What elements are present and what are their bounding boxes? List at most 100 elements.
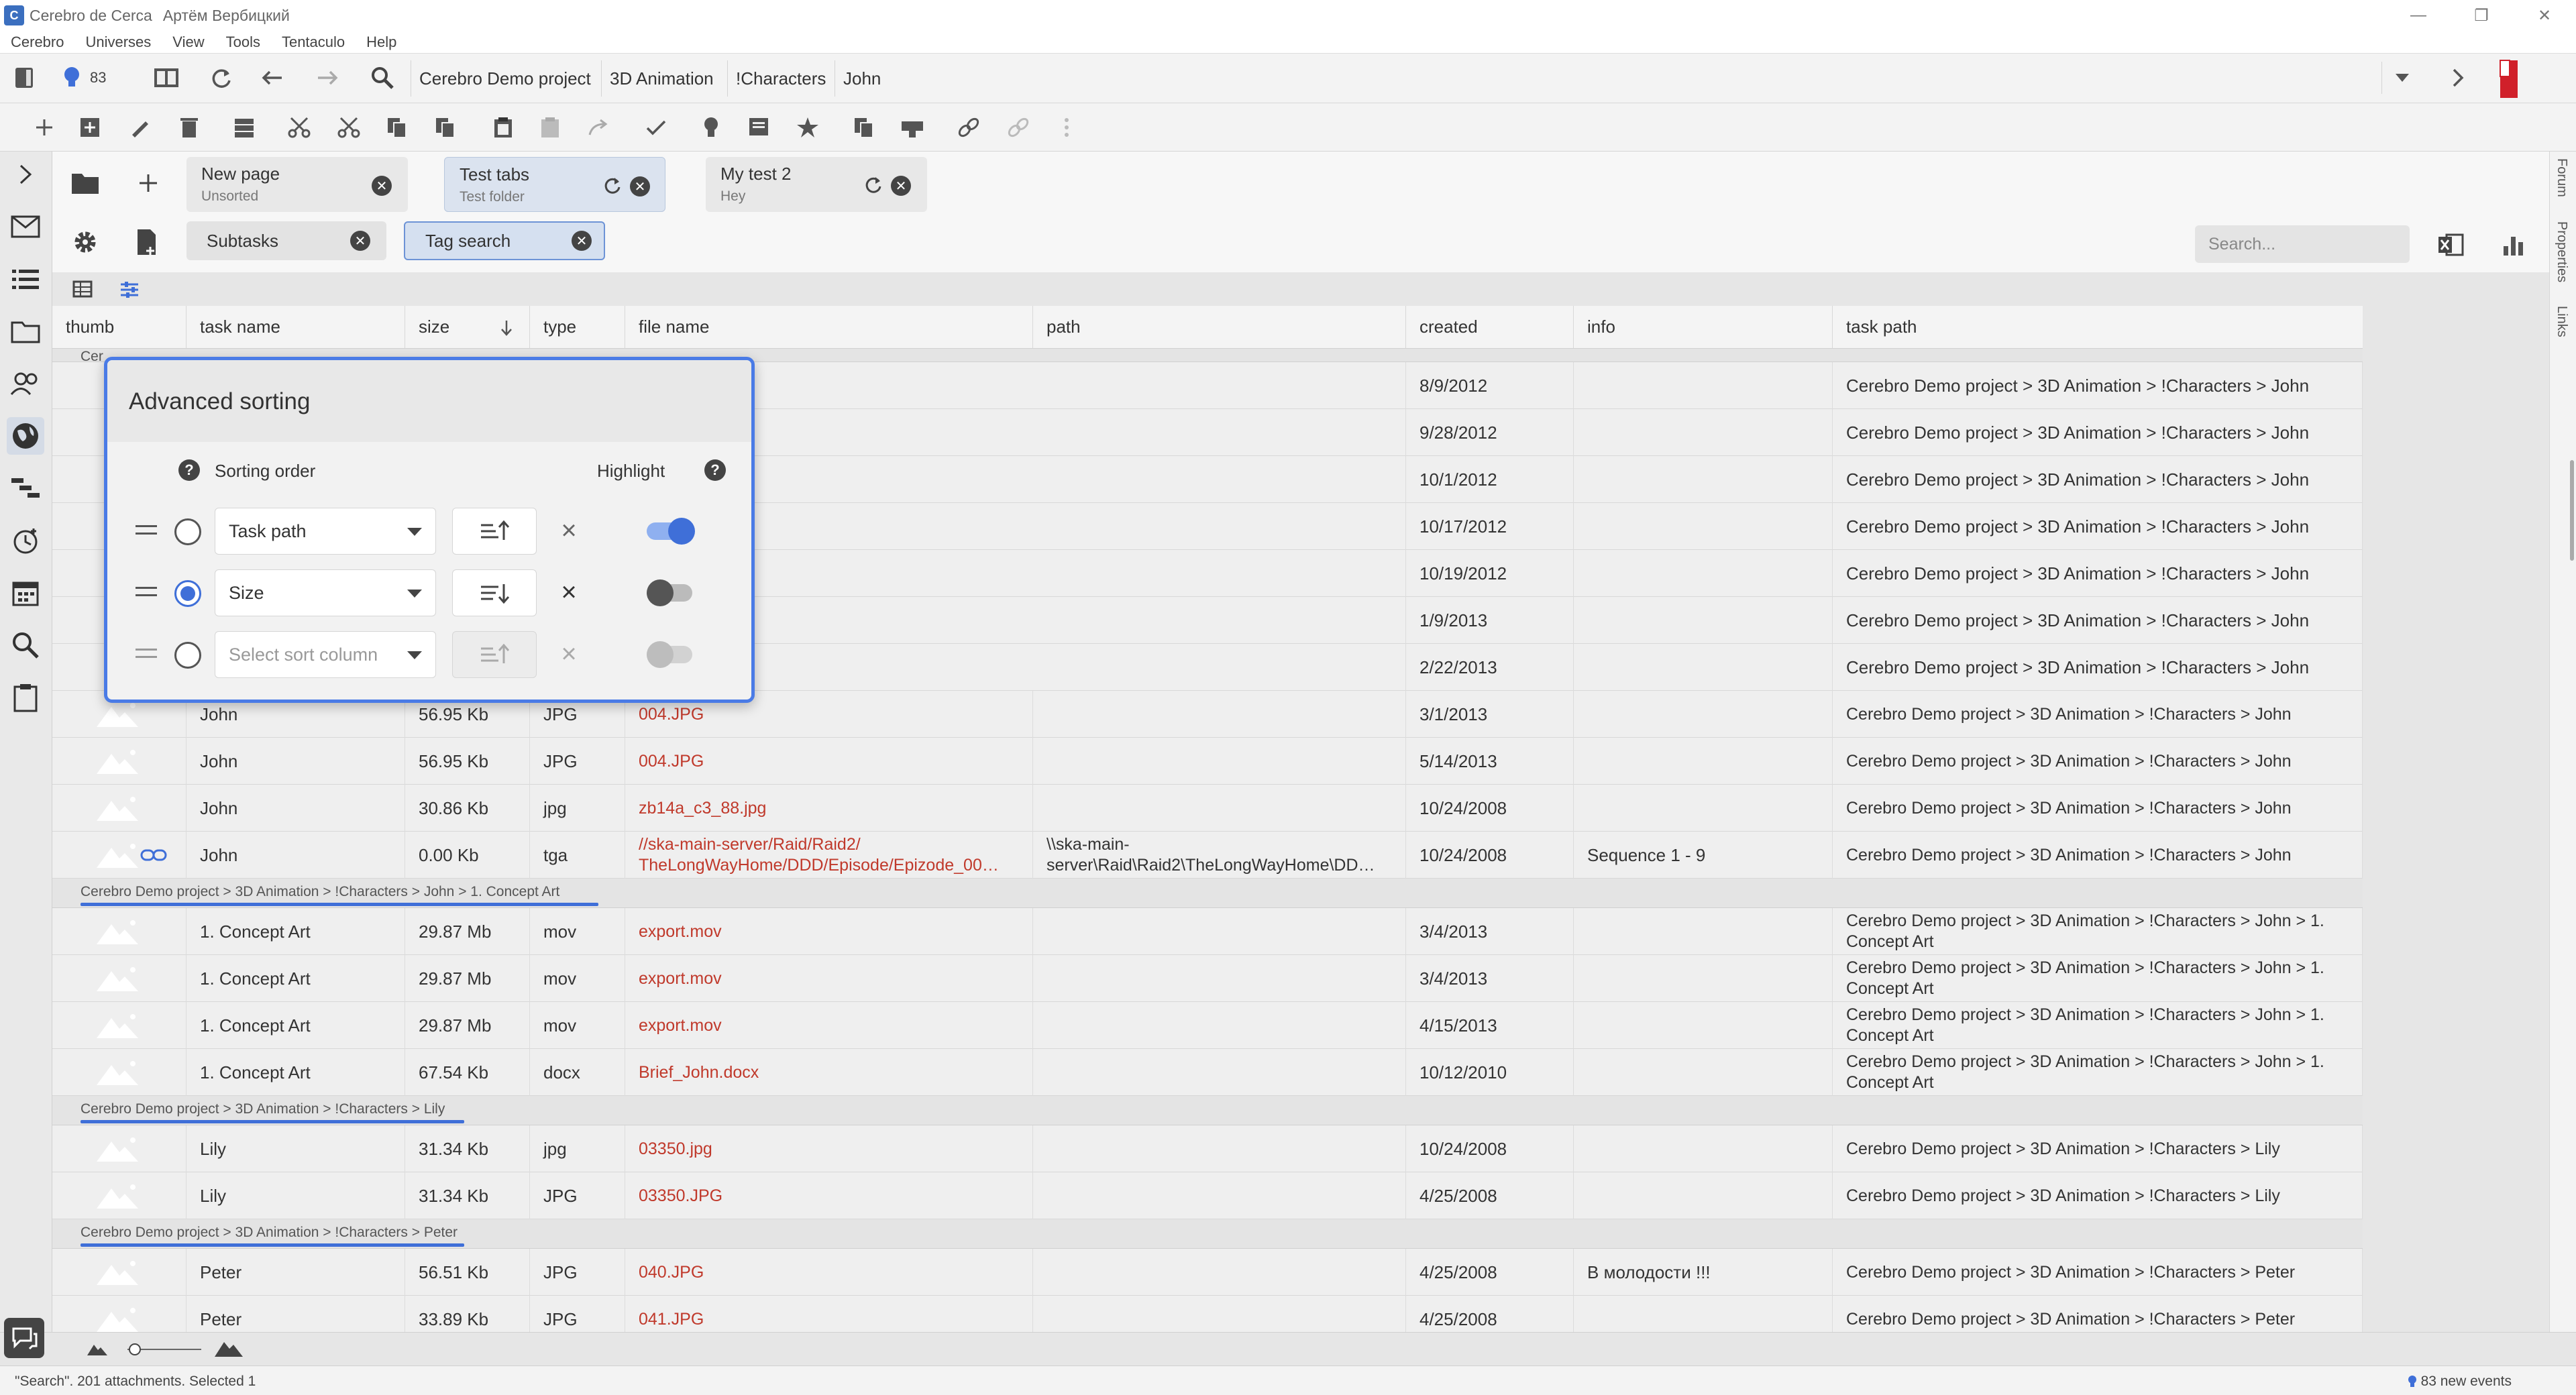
menu-cerebro[interactable]: Cerebro	[0, 34, 74, 51]
sorting-help-icon[interactable]: ?	[178, 459, 200, 481]
clone-icon[interactable]	[848, 111, 880, 144]
table-row[interactable]: John 0.00 Kb tga//ska-main-server/Raid/Rai…	[52, 832, 2363, 879]
column-header-thumb[interactable]: thumb	[52, 306, 186, 349]
breadcrumb-characters[interactable]: !Characters	[727, 60, 834, 97]
sort-column-select[interactable]: Task path	[215, 508, 436, 555]
tab-forum[interactable]: Forum	[2554, 158, 2569, 197]
assign-icon[interactable]	[896, 111, 928, 144]
settings-gear-icon[interactable]	[68, 225, 102, 259]
refresh-icon[interactable]	[204, 62, 239, 94]
back-arrow-icon[interactable]	[255, 62, 290, 94]
column-header-size[interactable]: size	[405, 306, 530, 349]
new-events-count[interactable]: 83 new events	[2408, 1374, 2512, 1390]
drag-handle-icon[interactable]	[136, 649, 157, 658]
edit-pencil-icon[interactable]	[123, 111, 156, 144]
stack-icon[interactable]	[228, 111, 260, 144]
minimize-button[interactable]: —	[2388, 0, 2449, 31]
remove-rule-icon[interactable]: ×	[555, 639, 582, 669]
table-row[interactable]: Lily 31.34 Kb jpg 03350.jpg 10/24/2008 Cerebr…	[52, 1125, 2363, 1172]
table-row[interactable]: John 56.95 Kb JPG 004.JPG 5/14/2013 Cerebro D…	[52, 738, 2363, 785]
close-subtab-icon[interactable]: ✕	[572, 231, 592, 251]
users-icon[interactable]	[7, 365, 44, 402]
menu-view[interactable]: View	[162, 34, 215, 51]
table-row[interactable]: 1. Concept Art 29.87 Mb mov export.mov 3/4/2…	[52, 955, 2363, 1002]
clipboard-icon[interactable]	[7, 679, 44, 716]
table-row[interactable]: 1. Concept Art 67.54 Kb docx Brief_John.doc…	[52, 1049, 2363, 1096]
page-tab-new-page[interactable]: New page Unsorted ✕	[186, 157, 408, 212]
copy-link-icon[interactable]	[429, 111, 462, 144]
menu-tools[interactable]: Tools	[215, 34, 271, 51]
sort-column-select[interactable]: Select sort column	[215, 631, 436, 678]
column-header-file-name[interactable]: file name	[625, 306, 1033, 349]
report-icon[interactable]	[743, 111, 775, 144]
table-row[interactable]: John 30.86 Kb jpg zb14a_c3_88.jpg 10/24/2008…	[52, 785, 2363, 832]
sidebar-toggle-icon[interactable]	[8, 62, 40, 94]
page-tab-my-test-2[interactable]: My test 2 Hey ✕	[706, 157, 927, 212]
column-header-task-path[interactable]: task path	[1833, 306, 2363, 349]
sort-rule-radio[interactable]	[174, 642, 201, 669]
excel-export-icon[interactable]	[2434, 228, 2467, 262]
new-document-icon[interactable]	[131, 225, 165, 259]
sub-tab-subtasks[interactable]: Subtasks ✕	[186, 221, 386, 260]
page-tab-test-tabs[interactable]: Test tabs Test folder ✕	[444, 157, 665, 212]
remove-rule-icon[interactable]: ×	[555, 516, 582, 545]
sort-rule-radio[interactable]	[174, 518, 201, 545]
table-row[interactable]: 1. Concept Art 29.87 Mb mov export.mov 4/15/…	[52, 1002, 2363, 1049]
sort-settings-icon[interactable]	[119, 280, 140, 299]
highlight-toggle[interactable]	[647, 641, 692, 668]
add-icon[interactable]	[28, 111, 60, 144]
board-view-icon[interactable]	[149, 62, 184, 94]
cut-link-icon[interactable]	[333, 111, 365, 144]
highlight-help-icon[interactable]: ?	[704, 459, 726, 481]
menu-tentaculo[interactable]: Tentaculo	[271, 34, 356, 51]
forward-arrow-icon[interactable]	[310, 62, 345, 94]
highlight-toggle[interactable]	[647, 579, 692, 606]
refresh-tab-icon[interactable]	[600, 174, 623, 197]
sort-ascending-button[interactable]	[452, 631, 537, 678]
more-options-icon[interactable]	[1051, 111, 1083, 144]
column-header-path[interactable]: path	[1033, 306, 1406, 349]
paste-link-icon[interactable]	[534, 111, 566, 144]
close-tab-icon[interactable]: ✕	[372, 176, 392, 196]
table-row[interactable]: Lily 31.34 Kb JPG 03350.JPG 4/25/2008 Cerebro…	[52, 1172, 2363, 1219]
sort-column-select[interactable]: Size	[215, 569, 436, 616]
sub-tab-tag-search[interactable]: Tag search ✕	[404, 221, 605, 260]
search-sidebar-icon[interactable]	[7, 626, 44, 664]
breadcrumb-project[interactable]: Cerebro Demo project	[411, 60, 599, 97]
menu-universes[interactable]: Universes	[74, 34, 162, 51]
group-header[interactable]: Cerebro Demo project > 3D Animation > !C…	[52, 879, 2363, 908]
delete-trash-icon[interactable]	[173, 111, 205, 144]
checkmark-icon[interactable]	[640, 111, 672, 144]
gantt-icon[interactable]	[7, 469, 44, 507]
tab-properties[interactable]: Properties	[2554, 221, 2569, 282]
close-tab-icon[interactable]: ✕	[891, 176, 911, 196]
breadcrumb-john[interactable]: John	[835, 60, 889, 97]
highlight-toggle[interactable]	[647, 518, 695, 545]
chevron-right-icon[interactable]	[2438, 62, 2478, 94]
drag-handle-icon[interactable]	[136, 525, 157, 535]
mail-icon[interactable]	[7, 208, 44, 245]
zoom-in-thumbnail-icon[interactable]	[213, 1338, 244, 1358]
paste-icon[interactable]	[487, 111, 519, 144]
table-row[interactable]: Peter 33.89 Kb JPG 041.JPG 4/25/2008 Cerebro …	[52, 1296, 2363, 1332]
zoom-slider-handle[interactable]	[129, 1343, 141, 1355]
column-header-info[interactable]: info	[1574, 306, 1833, 349]
close-subtab-icon[interactable]: ✕	[350, 231, 370, 251]
idea-bulb-icon[interactable]	[695, 111, 727, 144]
zoom-out-thumbnail-icon[interactable]	[86, 1341, 109, 1357]
cut-icon[interactable]	[283, 111, 315, 144]
remove-rule-icon[interactable]: ×	[555, 577, 582, 607]
calendar-icon[interactable]	[7, 574, 44, 612]
folder-icon[interactable]	[7, 313, 44, 350]
unlink-icon[interactable]	[1002, 111, 1034, 144]
add-tab-icon[interactable]	[131, 166, 165, 200]
table-view-icon[interactable]	[72, 280, 93, 298]
group-header[interactable]: Cerebro Demo project > 3D Animation > !C…	[52, 1096, 2363, 1125]
chat-icon[interactable]	[4, 1318, 44, 1358]
search-input[interactable]: Search...	[2195, 225, 2410, 263]
notifications-button[interactable]: 83	[62, 62, 122, 94]
tab-links[interactable]: Links	[2554, 306, 2569, 337]
refresh-tab-icon[interactable]	[861, 173, 884, 196]
bar-chart-icon[interactable]	[2497, 228, 2530, 262]
redo-arrow-icon[interactable]	[582, 111, 614, 144]
